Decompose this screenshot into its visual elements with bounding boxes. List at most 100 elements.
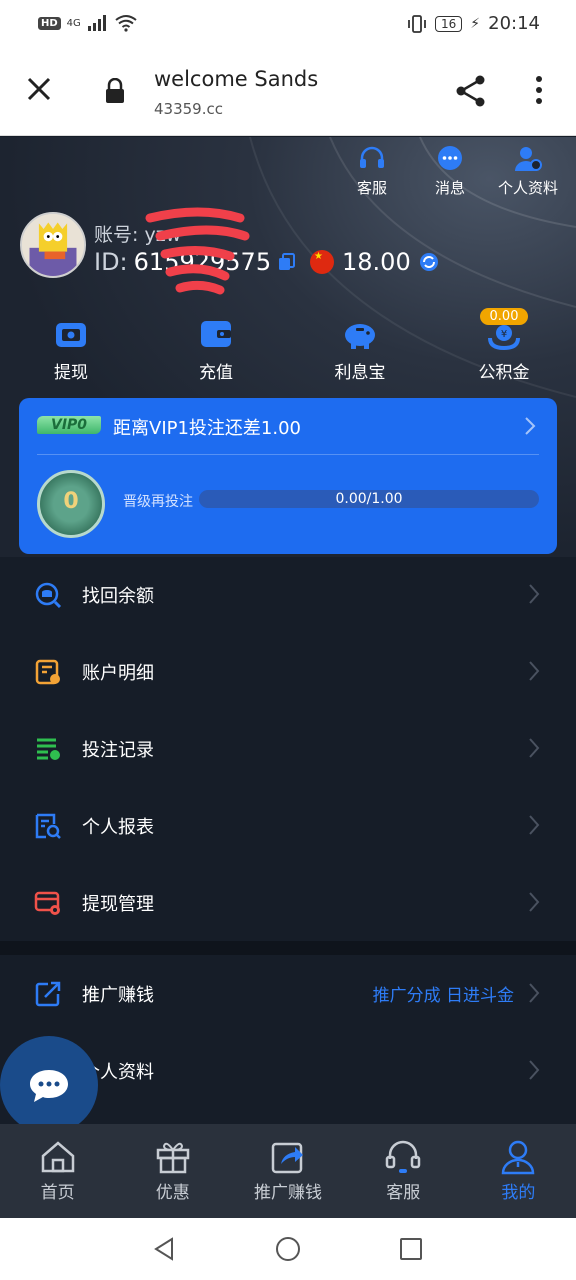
wallet-icon	[201, 321, 231, 347]
message-icon	[438, 146, 462, 170]
clock: 20:14	[488, 13, 540, 34]
account-detail-icon	[35, 659, 60, 684]
chevron-right-icon	[529, 738, 540, 758]
vip-medal: 0	[37, 470, 105, 538]
messages-button[interactable]: 消息	[420, 145, 480, 198]
profile-label: 个人资料	[498, 179, 559, 197]
menu-item-promote[interactable]: 推广赚钱 推广分成 日进斗金	[0, 955, 576, 1032]
share-icon[interactable]	[454, 74, 488, 108]
back-icon[interactable]	[152, 1236, 178, 1262]
vip-divider	[37, 454, 539, 455]
china-flag-icon	[310, 250, 334, 274]
interest-treasure-label: 利息宝	[334, 363, 386, 383]
id-label: ID:	[94, 248, 128, 276]
deposit-label: 充值	[199, 363, 233, 383]
customer-service-label: 客服	[356, 179, 387, 197]
menu-item-recover-balance[interactable]: 找回余额	[0, 556, 576, 633]
recents-icon[interactable]	[398, 1236, 424, 1262]
svg-text:¥: ¥	[501, 329, 507, 340]
headset-icon	[385, 1140, 421, 1173]
chevron-right-icon	[529, 892, 540, 912]
menu-item-bet-record[interactable]: 投注记录	[0, 710, 576, 787]
browser-toolbar: welcome Sands 43359.cc	[0, 50, 576, 136]
bottom-tab-bar: 首页 优惠 推广赚钱 客服 我的	[0, 1124, 576, 1218]
section-divider	[0, 941, 576, 955]
page-url[interactable]: 43359.cc	[154, 100, 223, 118]
withdraw-icon	[56, 323, 86, 347]
provident-fund-label: 公积金	[478, 363, 530, 383]
chat-bubble-icon	[30, 1070, 68, 1102]
recover-balance-icon	[35, 582, 62, 608]
hd-indicator: HD	[38, 16, 61, 30]
menu-item-label: 推广赚钱	[82, 984, 154, 1006]
promote-icon	[35, 981, 61, 1006]
menu-item-personal-report[interactable]: 个人报表	[0, 787, 576, 864]
deposit-button[interactable]: 充值	[166, 316, 266, 383]
refresh-icon[interactable]	[419, 252, 439, 272]
close-icon[interactable]	[24, 74, 54, 104]
vip-progress-message: 距离VIP1投注还差1.00	[113, 418, 302, 439]
piggy-bank-icon	[345, 324, 375, 349]
chevron-right-icon	[529, 1060, 540, 1080]
chevron-right-icon	[529, 983, 540, 1003]
tab-label: 优惠	[155, 1183, 190, 1203]
signal-icon	[87, 15, 106, 31]
tab-home[interactable]: 首页	[0, 1124, 115, 1218]
menu-item-label: 找回余额	[82, 585, 154, 607]
account-label: 账号:	[94, 224, 139, 246]
home-icon	[41, 1141, 74, 1173]
home-circle-icon[interactable]	[275, 1236, 301, 1262]
balance-value: 18.00	[342, 248, 411, 276]
redaction-scribble	[145, 207, 250, 295]
menu-item-label: 账户明细	[82, 662, 154, 684]
system-navigation-bar	[0, 1218, 576, 1280]
provident-fund-badge: 0.00	[479, 308, 529, 325]
vibrate-icon	[408, 14, 426, 33]
vip-level-badge: VIP0	[37, 416, 102, 434]
vip-progress-text: 0.00/1.00	[335, 491, 403, 507]
tab-customer-service[interactable]: 客服	[346, 1124, 461, 1218]
menu-list: 找回余额 账户明细 投注记录 个人报表 提现管理 推广赚钱 推广分成 日进斗金 …	[0, 556, 576, 1109]
status-bar: HD 4G 16 ⚡ 20:14	[0, 0, 576, 50]
interest-treasure-button[interactable]: 利息宝	[310, 316, 410, 383]
tab-promote-earn[interactable]: 推广赚钱	[230, 1124, 345, 1218]
balance-line: 18.00	[310, 248, 439, 276]
headset-icon	[360, 146, 384, 168]
more-options-icon[interactable]	[530, 75, 548, 105]
messages-label: 消息	[434, 179, 465, 197]
provident-fund-button[interactable]: 0.00 ¥ 公积金	[454, 308, 554, 383]
charging-icon: ⚡	[470, 15, 481, 32]
withdraw-manage-icon	[34, 891, 60, 915]
menu-item-withdraw-manage[interactable]: 提现管理	[0, 864, 576, 941]
profile-button[interactable]: 个人资料	[498, 145, 558, 198]
top-actions: 客服 消息 个人资料	[342, 145, 558, 198]
network-type: 4G	[66, 17, 81, 29]
customer-service-button[interactable]: 客服	[342, 145, 402, 198]
vip-progress-bar: 0.00/1.00	[199, 490, 539, 508]
withdraw-label: 提现	[54, 363, 88, 383]
menu-item-label: 个人报表	[82, 816, 154, 838]
menu-item-label: 提现管理	[82, 893, 154, 915]
avatar[interactable]	[20, 212, 86, 278]
tab-mine[interactable]: 我的	[461, 1124, 576, 1218]
withdraw-button[interactable]: 提现	[21, 316, 121, 383]
tab-promotions[interactable]: 优惠	[115, 1124, 230, 1218]
copy-icon[interactable]	[277, 252, 297, 272]
wifi-icon	[115, 15, 137, 32]
menu-item-account-detail[interactable]: 账户明细	[0, 633, 576, 710]
menu-item-label: 投注记录	[82, 739, 154, 761]
tab-label: 首页	[40, 1183, 75, 1203]
report-icon	[35, 813, 61, 839]
vip-medal-level: 0	[63, 489, 79, 514]
vip-card[interactable]: VIP0 距离VIP1投注还差1.00 0 晋级再投注 0.00/1.00	[19, 398, 557, 554]
gift-icon	[156, 1142, 190, 1174]
promote-slogan: 推广分成 日进斗金	[372, 986, 514, 1006]
floating-chat-button[interactable]	[0, 1036, 98, 1134]
lock-icon	[106, 78, 124, 103]
tab-label: 推广赚钱	[254, 1183, 322, 1203]
tab-label: 客服	[386, 1183, 421, 1203]
share-icon	[271, 1142, 303, 1174]
chevron-right-icon	[529, 815, 540, 835]
bet-record-icon	[37, 738, 60, 760]
battery-level: 16	[435, 15, 463, 32]
